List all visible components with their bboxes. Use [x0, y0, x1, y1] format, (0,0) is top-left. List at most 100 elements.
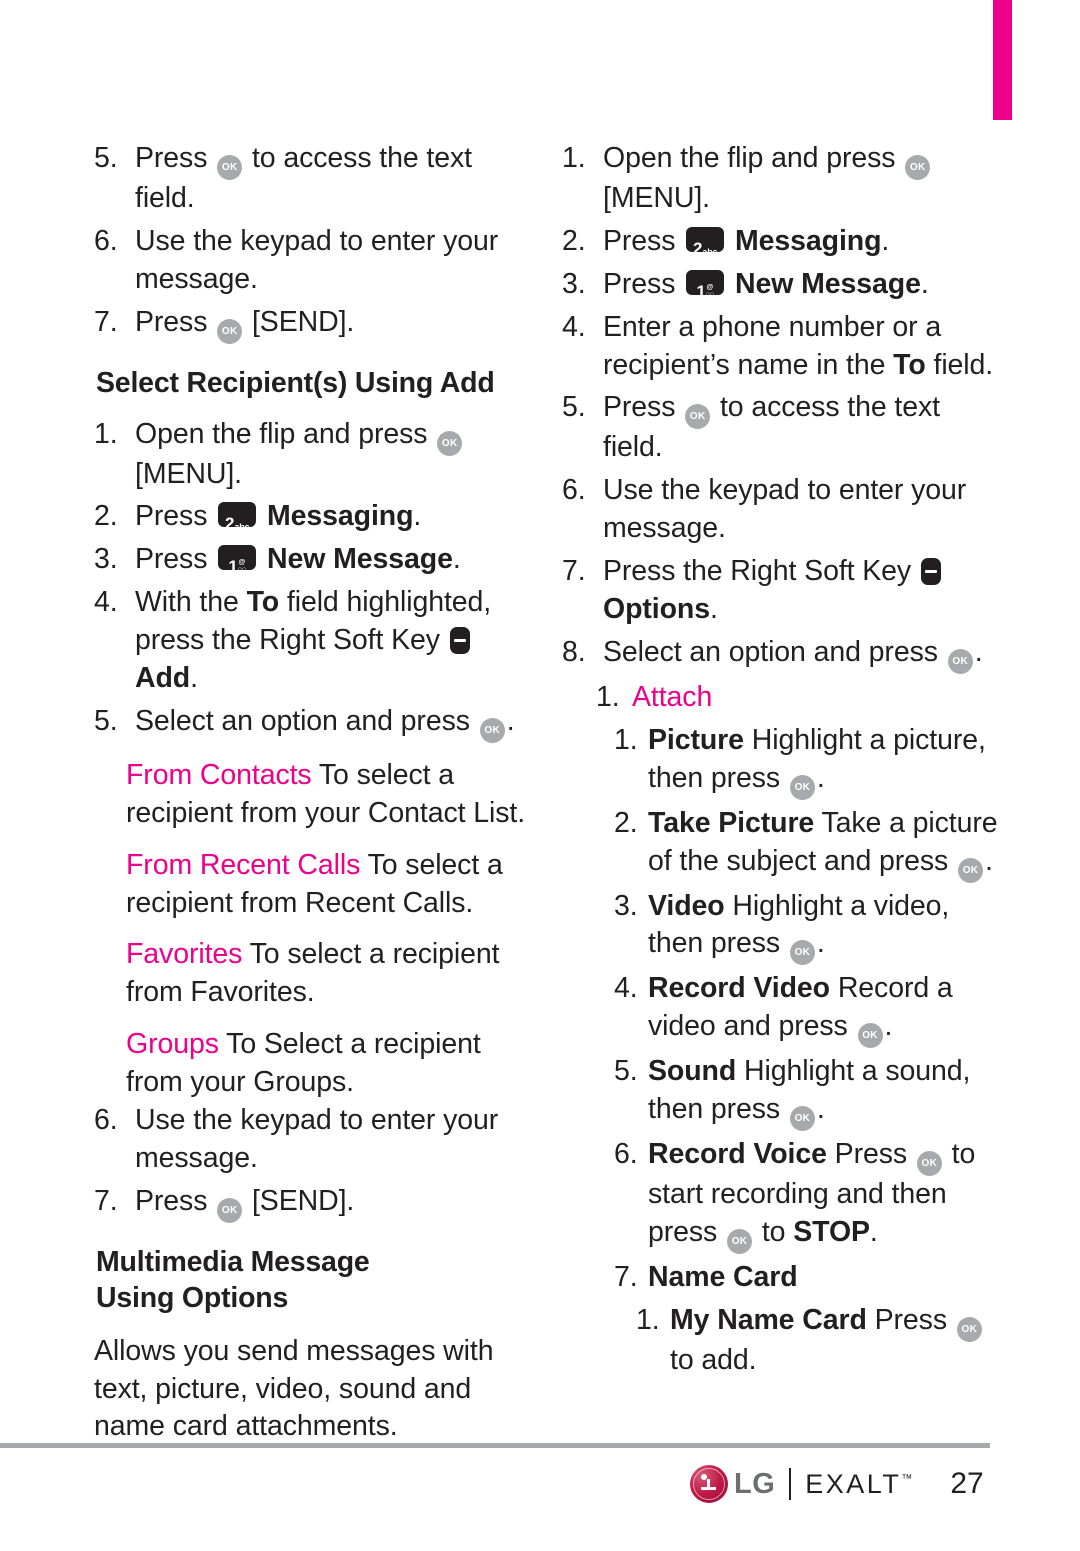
ok-key-icon: OK: [217, 155, 243, 180]
list-item: 5. Press OK to access the text field.: [562, 389, 1002, 467]
option-entry: Groups To Select a recipient from your G…: [126, 1026, 534, 1102]
list-item-text: Enter a phone number or a recipient’s na…: [603, 309, 1002, 385]
body-text: .: [506, 704, 515, 737]
heading-select-recipients: Select Recipient(s) Using Add: [96, 366, 495, 399]
list-item-text: Use the keypad to enter your message.: [135, 1102, 534, 1178]
list-item-number: 7.: [562, 555, 586, 588]
list-item-text: My Name Card Press OK to add.: [670, 1302, 1002, 1380]
list-item-number: 5.: [94, 704, 118, 737]
body-text: .: [190, 662, 198, 695]
ok-key-icon: OK: [905, 155, 931, 180]
footer-divider: [0, 1443, 990, 1448]
list-item-text: Press OK [SEND].: [135, 304, 534, 344]
emphasis-text: To: [246, 586, 280, 619]
list-item-text: Video Highlight a video, then press OK.: [648, 888, 1002, 966]
list-item-number: 5.: [94, 142, 118, 174]
list-item: 6. Use the keypad to enter your message.: [94, 223, 534, 299]
list-item-text: Press the Right Soft Key Options.: [603, 553, 1002, 629]
body-text: .: [974, 635, 983, 668]
list-item: 4. Record Video Record a video and press …: [614, 970, 1002, 1049]
list-item-number: 2.: [562, 224, 586, 257]
body-text: Press: [603, 267, 684, 300]
list-item: 3. Press 1@ ○○ New Message.: [94, 541, 534, 579]
list-item: 7. Press OK [SEND].: [94, 1183, 534, 1223]
page-number: 27: [950, 1467, 984, 1500]
body-text: Open the flip and press: [135, 417, 436, 450]
list-item-number: 1.: [562, 142, 586, 174]
list-item-text: Take Picture Take a picture of the subje…: [648, 805, 1002, 883]
list-item: 6. Record Voice Press OK to start recordi…: [614, 1136, 1002, 1255]
list-item-number: 4.: [94, 586, 118, 619]
list-item-number: 3.: [614, 889, 638, 922]
list-item-number: 5.: [562, 391, 586, 424]
body-text: .: [816, 927, 825, 960]
left-column: 5. Press OK to access the text field. 6. Us…: [94, 140, 534, 1446]
body-text: Press: [826, 1138, 915, 1171]
body-text: to: [754, 1216, 794, 1249]
body-text: [MENU].: [603, 182, 710, 214]
right-steps-group: 1. Open the flip and press OK [MENU]. 2. Pr…: [562, 140, 1002, 674]
body-text: Enter a phone number or a recipient’s na…: [603, 310, 942, 381]
body-text: [727, 268, 735, 300]
body-text: Press: [866, 1304, 955, 1337]
body-text: Press: [135, 500, 216, 533]
list-item: 1. Picture Highlight a picture, then pres…: [614, 722, 1002, 800]
body-text: Select an option and press: [603, 635, 946, 668]
option-label: Favorites: [126, 938, 243, 971]
list-item: 3. Press 1@ ○○ New Message.: [562, 266, 1002, 304]
list-item: 1. Open the flip and press OK [MENU].: [94, 416, 534, 494]
body-text: Press: [135, 305, 216, 338]
body-text: [MENU].: [135, 457, 242, 490]
ok-key-icon: OK: [685, 404, 711, 430]
emphasis-text: Messaging: [735, 224, 882, 257]
list-item-text: Press 2abc Messaging.: [135, 498, 534, 536]
list-item: 1. My Name Card Press OK to add.: [636, 1302, 1002, 1380]
body-text: With the: [135, 586, 247, 619]
emphasis-text: New Message: [267, 543, 453, 576]
body-text: [259, 543, 267, 575]
body-text: .: [816, 761, 825, 794]
list-item-number: 6.: [94, 1104, 118, 1137]
attach-option-label: Attach: [632, 680, 713, 713]
emphasis-text: Picture: [648, 723, 744, 756]
list-item-number: 7.: [94, 1184, 118, 1217]
list-item: 3. Video Highlight a video, then press OK…: [614, 888, 1002, 966]
left-steps-group-2: 1. Open the flip and press OK [MENU]. 2. Pr…: [94, 416, 534, 743]
key-2-abc-icon: 2abc: [218, 502, 257, 533]
ok-key-icon: OK: [727, 1229, 753, 1255]
lg-wordmark: LG: [734, 1467, 776, 1500]
emphasis-text: Record Video: [648, 972, 830, 1005]
option-label: From Contacts: [126, 758, 312, 791]
body-text: Press: [135, 142, 216, 174]
emphasis-text: Name Card: [648, 1261, 798, 1294]
product-name: EXALT™: [805, 1469, 912, 1500]
list-item-text: With the To field highlighted, press the…: [135, 584, 534, 698]
list-item-text: Press OK [SEND].: [135, 1183, 534, 1223]
emphasis-text: New Message: [735, 267, 921, 300]
list-item-text: Use the keypad to enter your message.: [135, 223, 534, 299]
list-item-text: Press OK to access the text field.: [603, 389, 1002, 467]
multimedia-description: Allows you send messages with text, pict…: [94, 1334, 494, 1443]
body-text: Press: [603, 391, 684, 424]
list-item-text: Picture Highlight a picture, then press …: [648, 722, 1002, 800]
emphasis-text: Messaging: [267, 500, 414, 533]
list-item-text: Name Card: [648, 1259, 1002, 1297]
footer-separator: [789, 1468, 792, 1500]
emphasis-text: To: [893, 348, 926, 381]
list-item-number: 6.: [94, 224, 118, 257]
right-column: 1. Open the flip and press OK [MENU]. 2. Pr…: [562, 140, 1002, 1385]
list-item: 4. Enter a phone number or a recipient’s …: [562, 309, 1002, 385]
list-item-text: Press 1@ ○○ New Message.: [135, 541, 534, 579]
body-text: .: [413, 500, 422, 533]
trademark-symbol: ™: [901, 1472, 913, 1485]
body-text: .: [884, 1010, 893, 1043]
list-item-number: 1.: [94, 417, 118, 450]
section-tab-marker: [993, 0, 1012, 120]
emphasis-text: Take Picture: [648, 806, 815, 839]
list-item: 2. Press 2abc Messaging.: [94, 498, 534, 536]
product-name-text: EXALT: [805, 1468, 902, 1499]
list-item: 2. Press 2abc Messaging.: [562, 223, 1002, 261]
list-item-text: Use the keypad to enter your message.: [603, 472, 1002, 548]
option-label: Groups: [126, 1028, 219, 1061]
body-text: Select an option and press: [135, 704, 478, 737]
